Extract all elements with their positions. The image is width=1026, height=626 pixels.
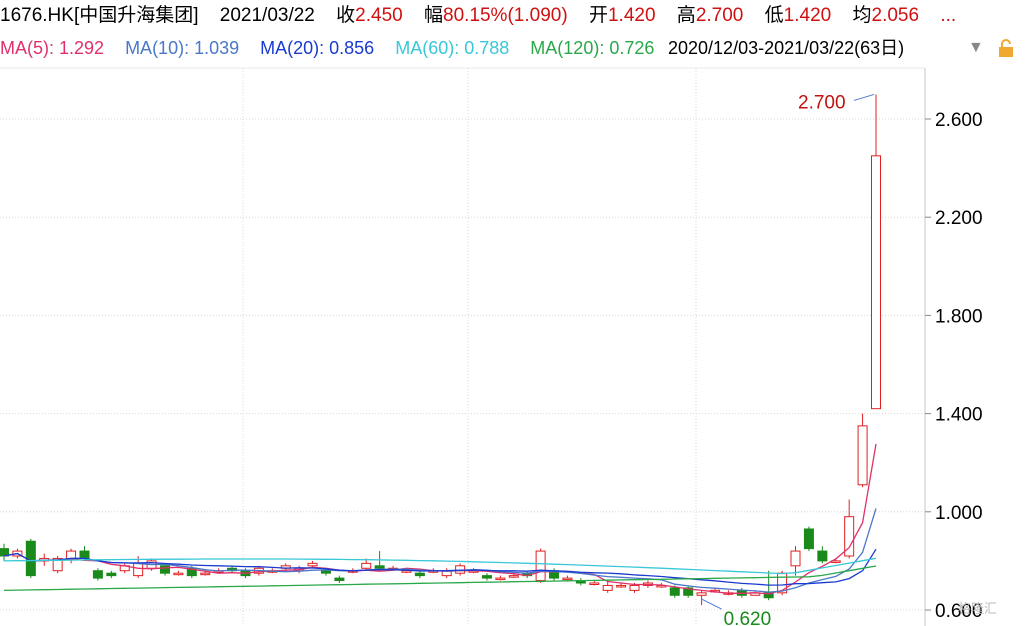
watermark-text: 格隆汇 <box>958 601 998 616</box>
candle-body <box>616 584 627 588</box>
candle-body <box>133 562 144 577</box>
candle-body <box>871 155 881 410</box>
candle-body <box>361 562 372 569</box>
min-pointer-line <box>701 598 722 610</box>
candle-body <box>66 550 77 559</box>
candle-body <box>200 572 211 576</box>
candle-body <box>455 565 466 574</box>
y-tick-label: 2.200 <box>935 208 983 229</box>
candle-body <box>106 572 117 577</box>
candle-body <box>602 584 613 591</box>
candle-body <box>481 575 492 579</box>
candle-body <box>629 584 640 591</box>
candlestick-chart: 2.6002.2001.8001.4001.0000.6002.7000.620 <box>0 67 983 626</box>
candle-body <box>159 565 170 574</box>
min-price-label: 0.620 <box>724 609 772 626</box>
candle-body <box>508 575 519 578</box>
candle-body <box>79 550 90 559</box>
y-tick-label: 1.400 <box>935 405 983 426</box>
candle-body <box>173 572 184 576</box>
candle-body <box>334 577 345 582</box>
candle-body <box>696 592 707 596</box>
candle-body <box>320 570 331 574</box>
y-tick-label: 1.800 <box>935 306 983 327</box>
candle-body <box>495 577 506 581</box>
max-pointer-line <box>853 93 875 101</box>
candle-body <box>790 550 801 567</box>
candle-body <box>414 572 425 577</box>
candle-body <box>92 570 103 579</box>
candle-body <box>857 425 868 486</box>
candle-body <box>589 582 600 585</box>
y-tick-label: 1.000 <box>935 503 983 524</box>
candle-body <box>803 528 814 550</box>
candle-body <box>307 562 318 567</box>
candle-body <box>374 565 385 569</box>
candle-body <box>817 550 828 562</box>
max-price-label: 2.700 <box>798 92 846 113</box>
candle-body <box>669 587 680 596</box>
candle-body <box>562 577 573 581</box>
candle-body <box>535 550 546 582</box>
ma10-line <box>3 508 877 593</box>
y-tick-label: 2.600 <box>935 110 983 131</box>
